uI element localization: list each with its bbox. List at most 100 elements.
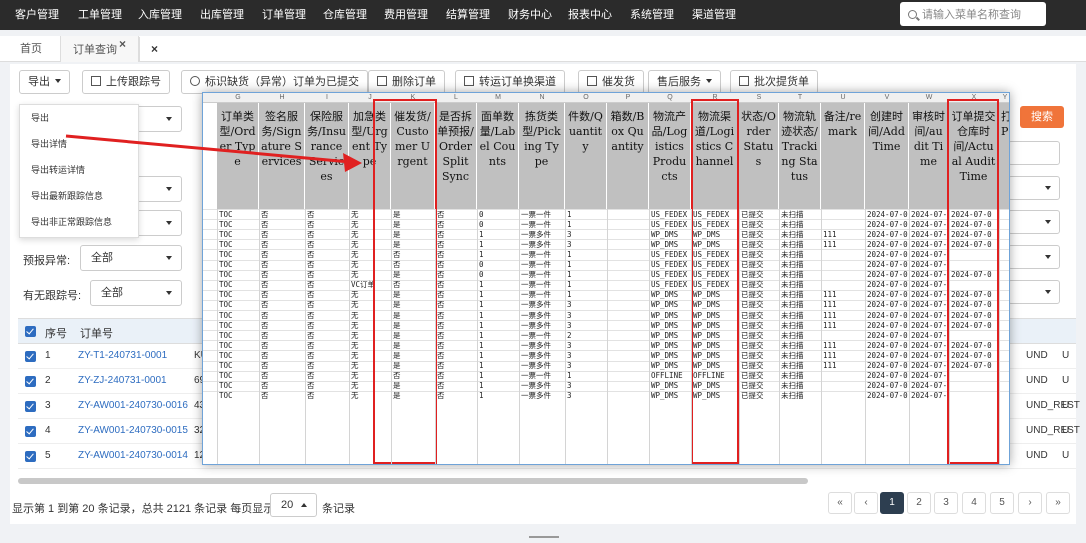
page-button[interactable]: 4: [962, 492, 986, 514]
sheet-cell[interactable]: 否: [261, 391, 304, 400]
right-filter-input[interactable]: [1008, 141, 1060, 165]
tab-order-query[interactable]: 订单查询 ×: [60, 36, 140, 62]
sheet-cell[interactable]: 已提交: [741, 311, 778, 320]
upload-tracking-button[interactable]: 上传跟踪号: [82, 70, 170, 94]
sheet-cell[interactable]: TOC: [219, 250, 258, 259]
order-link[interactable]: ZY-ZJ-240731-0001: [78, 375, 167, 386]
sheet-cell[interactable]: 111: [823, 311, 864, 320]
sheet-cell[interactable]: 否: [261, 371, 304, 380]
export-menu-item[interactable]: 导出最新跟踪信息: [20, 183, 138, 209]
sheet-cell[interactable]: 2024-07-0: [911, 230, 948, 239]
sheet-cell[interactable]: 2024-07-0: [911, 321, 948, 330]
sheet-cell[interactable]: WP_DMS: [651, 341, 690, 350]
sheet-cell[interactable]: 2024-07-0: [867, 391, 908, 400]
sheet-cell[interactable]: 一票一件: [521, 280, 564, 289]
sheet-cell[interactable]: 否: [437, 250, 476, 259]
sheet-cell[interactable]: 已提交: [741, 280, 778, 289]
sheet-cell[interactable]: 已提交: [741, 331, 778, 340]
has-tracking-select[interactable]: 全部: [90, 280, 182, 306]
sheet-cell[interactable]: TOC: [219, 351, 258, 360]
sheet-cell[interactable]: TOC: [219, 220, 258, 229]
sheet-cell[interactable]: 已提交: [741, 230, 778, 239]
tab-home[interactable]: 首页: [8, 36, 54, 62]
sheet-cell[interactable]: 已提交: [741, 361, 778, 370]
sheet-cell[interactable]: 否: [261, 351, 304, 360]
sheet-cell[interactable]: 否: [307, 220, 348, 229]
sheet-cell[interactable]: 3: [567, 341, 606, 350]
sheet-cell[interactable]: TOC: [219, 270, 258, 279]
sheet-cell[interactable]: 一票一件: [521, 210, 564, 219]
sheet-cell[interactable]: 2024-07-0: [911, 391, 948, 400]
tab-close-icon[interactable]: ×: [119, 37, 126, 51]
sheet-cell[interactable]: 2024-07-0: [911, 361, 948, 370]
sheet-cell[interactable]: 1: [479, 311, 518, 320]
sheet-cell[interactable]: 2024-07-0: [867, 321, 908, 330]
sheet-cell[interactable]: 0: [479, 260, 518, 269]
sheet-cell[interactable]: 否: [437, 341, 476, 350]
sheet-cell[interactable]: 已提交: [741, 391, 778, 400]
sheet-cell[interactable]: 否: [437, 240, 476, 249]
sheet-cell[interactable]: 2024-07-0: [867, 351, 908, 360]
sheet-cell[interactable]: TOC: [219, 260, 258, 269]
sheet-cell[interactable]: 一票多件: [521, 230, 564, 239]
sheet-cell[interactable]: 否: [261, 230, 304, 239]
sheet-cell[interactable]: 否: [437, 311, 476, 320]
sheet-cell[interactable]: 一票一件: [521, 260, 564, 269]
page-button[interactable]: 3: [934, 492, 958, 514]
export-menu-item[interactable]: 导出: [20, 105, 138, 131]
sheet-cell[interactable]: 否: [261, 210, 304, 219]
sheet-cell[interactable]: 一票一件: [521, 250, 564, 259]
sheet-cell[interactable]: 未扫描: [781, 280, 820, 289]
sheet-cell[interactable]: 2024-07-0: [867, 240, 908, 249]
topnav-item[interactable]: 客户管理: [5, 0, 69, 30]
sheet-cell[interactable]: 已提交: [741, 220, 778, 229]
sheet-cell[interactable]: 否: [307, 371, 348, 380]
sheet-cell[interactable]: 3: [567, 300, 606, 309]
sheet-cell[interactable]: 否: [437, 381, 476, 390]
sheet-cell[interactable]: WP_DMS: [651, 361, 690, 370]
sheet-cell[interactable]: WP_DMS: [651, 321, 690, 330]
sheet-cell[interactable]: 111: [823, 341, 864, 350]
sheet-cell[interactable]: 否: [437, 270, 476, 279]
sheet-cell[interactable]: 已提交: [741, 290, 778, 299]
horizontal-scrollbar[interactable]: [18, 478, 808, 484]
sheet-cell[interactable]: WP_DMS: [651, 311, 690, 320]
topnav-item[interactable]: 结算管理: [436, 0, 500, 30]
sheet-cell[interactable]: 否: [307, 381, 348, 390]
sheet-cell[interactable]: 否: [307, 210, 348, 219]
topnav-item[interactable]: 入库管理: [128, 0, 192, 30]
sheet-cell[interactable]: 2024-07-0: [867, 300, 908, 309]
sheet-cell[interactable]: TOC: [219, 361, 258, 370]
sheet-cell[interactable]: 1: [479, 351, 518, 360]
sheet-cell[interactable]: 否: [261, 381, 304, 390]
sheet-cell[interactable]: 3: [567, 391, 606, 400]
page-button[interactable]: «: [828, 492, 852, 514]
sheet-cell[interactable]: 否: [307, 230, 348, 239]
sheet-cell[interactable]: 已提交: [741, 381, 778, 390]
sheet-cell[interactable]: 否: [261, 240, 304, 249]
sheet-cell[interactable]: 2024-07-0: [911, 341, 948, 350]
sheet-cell[interactable]: 否: [307, 361, 348, 370]
sheet-cell[interactable]: 未扫描: [781, 331, 820, 340]
drag-handle[interactable]: [529, 536, 559, 538]
order-link[interactable]: ZY-AW001-240730-0014: [78, 450, 188, 461]
sheet-cell[interactable]: 已提交: [741, 300, 778, 309]
sheet-cell[interactable]: 否: [437, 280, 476, 289]
sheet-cell[interactable]: 111: [823, 300, 864, 309]
sheet-cell[interactable]: 否: [437, 371, 476, 380]
topnav-item[interactable]: 工单管理: [68, 0, 132, 30]
sheet-cell[interactable]: WP_DMS: [651, 351, 690, 360]
topnav-item[interactable]: 出库管理: [190, 0, 254, 30]
forecast-exception-select[interactable]: 全部: [80, 245, 182, 271]
sheet-cell[interactable]: 0: [479, 210, 518, 219]
sheet-cell[interactable]: TOC: [219, 230, 258, 239]
sheet-cell[interactable]: 1: [479, 280, 518, 289]
sheet-cell[interactable]: TOC: [219, 290, 258, 299]
sheet-cell[interactable]: 0: [479, 220, 518, 229]
sheet-cell[interactable]: 2024-07-0: [911, 371, 948, 380]
sheet-cell[interactable]: 2024-07-0: [867, 311, 908, 320]
sheet-cell[interactable]: 2024-07-0: [911, 250, 948, 259]
sheet-cell[interactable]: 111: [823, 361, 864, 370]
sheet-cell[interactable]: 未扫描: [781, 230, 820, 239]
right-filter-select-2[interactable]: [1008, 210, 1060, 234]
